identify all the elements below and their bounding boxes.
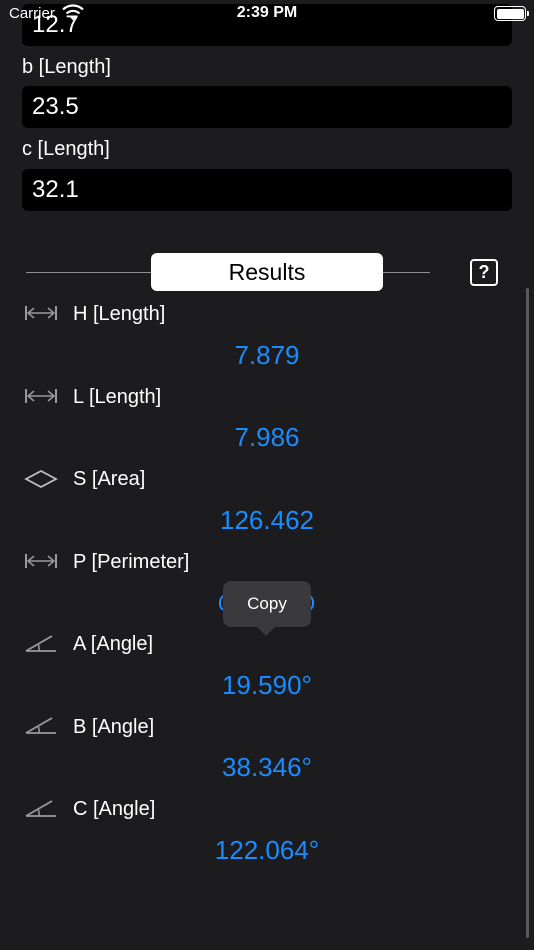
side-c-label: c [Length] (22, 138, 110, 160)
result-p-label: P [Perimeter] (73, 551, 190, 573)
result-h-value[interactable]: 7.879 (0, 340, 534, 371)
tooltip-pointer (256, 626, 276, 636)
results-title: Results (151, 253, 383, 291)
status-time: 2:39 PM (236, 4, 298, 21)
side-c-input[interactable]: 32.1 (22, 169, 512, 211)
results-divider-right (383, 272, 430, 273)
result-l-value[interactable]: 7.986 (0, 422, 534, 453)
angle-icon (25, 800, 56, 817)
length-arrows-icon (25, 554, 57, 568)
result-l-label: L [Length] (73, 386, 162, 408)
status-bar: Carrier 2:39 PM (0, 0, 534, 28)
side-b-label: b [Length] (22, 56, 111, 78)
scroll-indicator[interactable] (526, 288, 529, 938)
angle-icon (25, 635, 56, 652)
result-s-label: S [Area] (73, 468, 146, 490)
battery-level (496, 8, 524, 19)
copy-menu-item[interactable]: Copy (223, 581, 311, 627)
result-a-value[interactable]: 19.590° (0, 670, 534, 701)
result-c-value[interactable]: 122.064° (0, 835, 534, 866)
result-h-label: H [Length] (73, 303, 166, 325)
battery-icon (494, 6, 529, 21)
results-divider-left (26, 272, 151, 273)
result-b-label: B [Angle] (73, 716, 155, 738)
screen: Carrier 2:39 PM 12.7 b [Length] 23.5 c [… (0, 0, 534, 950)
side-b-input[interactable]: 23.5 (22, 86, 512, 128)
help-button[interactable]: ? (470, 259, 498, 286)
angle-icon (25, 717, 56, 734)
result-c-label: C [Angle] (73, 798, 156, 820)
result-s-value[interactable]: 126.462 (0, 505, 534, 536)
length-arrows-icon (25, 389, 57, 403)
length-arrows-icon (25, 306, 57, 320)
area-diamond-icon (24, 469, 58, 489)
result-a-label: A [Angle] (73, 633, 154, 655)
result-b-value[interactable]: 38.346° (0, 752, 534, 783)
